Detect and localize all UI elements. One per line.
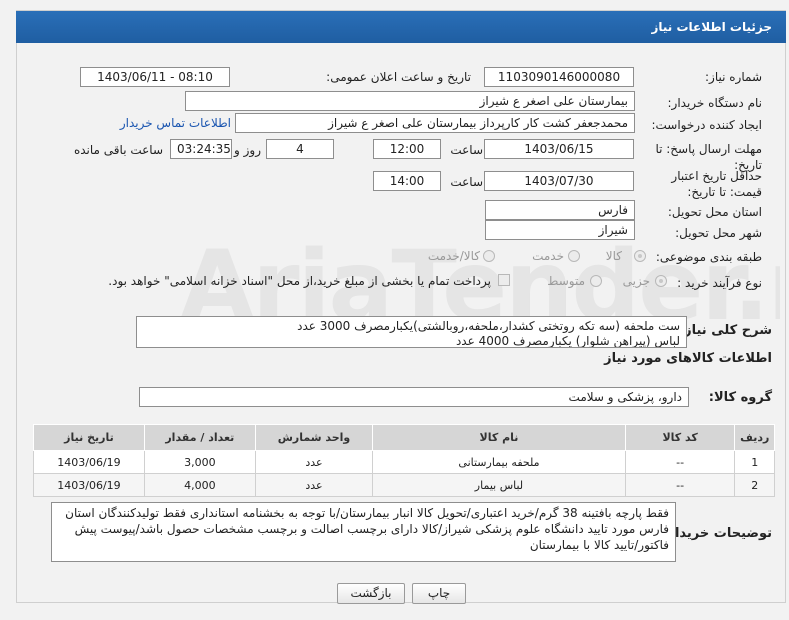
buyer-notes-label: توضیحات خریدار: [662,526,772,541]
category-service-label: خدمت [532,249,564,263]
price-validity-time-label: ساعت [450,175,483,189]
category-service-radio[interactable] [568,250,580,262]
row-number: 1 [734,450,775,474]
category-goods-radio[interactable] [634,250,646,262]
item-code: -- [624,473,736,497]
item-code: -- [624,450,736,474]
col-code-header: کد کالا [624,424,736,451]
announce-field: 1403/06/11 - 08:10 [80,67,230,87]
col-date-header: تاریخ نیاز [33,424,145,451]
deadline-time-field: 12:00 [373,139,441,159]
treasury-payment-note: پرداخت تمام یا بخشی از مبلغ خرید،از محل … [108,274,491,288]
item-qty: 4,000 [143,473,256,497]
buyer-notes-textarea[interactable]: فقط پارچه بافتینه 38 گرم/خرید اعتباری/تح… [51,502,676,562]
item-qty: 3,000 [143,450,256,474]
category-label: طبقه بندی موضوعی: [655,250,762,264]
process-medium-radio[interactable] [590,275,602,287]
treasury-payment-checkbox[interactable] [498,274,510,286]
province-label: استان محل تحویل: [667,205,762,219]
process-minor-label: جزیی [622,274,650,288]
process-medium-label: متوسط [547,274,585,288]
category-both-label: کالا/خدمت [427,249,480,263]
process-label: نوع فرآیند خرید : [677,276,762,290]
goods-group-label: گروه کالا: [708,390,772,405]
item-name: لباس بیمار [372,473,626,497]
need-number-field: 1103090146000080 [484,67,634,87]
need-number-label: شماره نیاز: [705,70,762,84]
price-validity-time-field: 14:00 [373,171,441,191]
table-row: 1 -- ملحفه بیمارستانی عدد 3,000 1403/06/… [33,450,775,474]
buyer-org-field: بیمارستان علی اصغر ع شیراز [185,91,635,111]
col-unit-header: واحد شمارش [254,424,374,451]
buyer-org-label: نام دستگاه خریدار: [667,96,763,110]
goods-table: ردیف کد کالا نام کالا واحد شمارش تعداد /… [33,424,775,497]
province-field: فارس [485,200,635,220]
col-row-header: ردیف [734,424,775,451]
contact-info-link[interactable]: اطلاعات تماس خریدار [120,116,231,130]
price-validity-date-field: 1403/07/30 [484,171,634,191]
summary-line-1: ست ملحفه (سه تکه روتختی کشدار،ملحفه،روبا… [297,319,680,333]
summary-line-2: لباس (پیراهن شلوار) یکبارمصرف 4000 عدد [455,334,680,348]
deadline-date-field: 1403/06/15 [484,139,634,159]
item-unit: عدد [254,450,374,474]
category-goods-label: کالا [605,249,622,263]
page-title: جزئیات اطلاعات نیاز [16,11,786,43]
item-name: ملحفه بیمارستانی [372,450,626,474]
back-button[interactable]: بازگشت [337,583,405,604]
creator-label: ایجاد کننده درخواست: [651,118,762,132]
row-number: 2 [734,473,775,497]
item-unit: عدد [254,473,374,497]
city-field: شیراز [485,220,635,240]
days-field: 4 [266,139,334,159]
creator-field: محمدجعفر کشت کار کارپرداز بیمارستان علی … [235,113,635,133]
remaining-time-label: ساعت باقی مانده [73,143,163,157]
table-row: 2 -- لباس بیمار عدد 4,000 1403/06/19 [33,473,775,497]
category-both-radio[interactable] [483,250,495,262]
item-date: 1403/06/19 [33,473,145,497]
days-label: روز و [234,143,261,157]
goods-group-field: دارو، پزشکی و سلامت [139,387,689,407]
goods-table-header: ردیف کد کالا نام کالا واحد شمارش تعداد /… [33,424,775,451]
summary-textarea[interactable]: ست ملحفه (سه تکه روتختی کشدار،ملحفه،روبا… [136,316,687,348]
remaining-time-field: 03:24:35 [170,139,232,159]
announce-label: تاریخ و ساعت اعلان عمومی: [326,70,471,84]
print-button[interactable]: چاپ [412,583,466,604]
goods-section-title: اطلاعات کالاهای مورد نیاز [604,351,772,366]
process-minor-radio[interactable] [655,275,667,287]
item-date: 1403/06/19 [33,450,145,474]
col-qty-header: تعداد / مقدار [143,424,256,451]
price-validity-label: حداقل تاریخ اعتبار قیمت: تا تاریخ: [671,169,762,199]
deadline-time-label: ساعت [450,143,483,157]
city-label: شهر محل تحویل: [675,226,762,240]
col-name-header: نام کالا [372,424,626,451]
summary-label: شرح کلی نیاز: [678,323,772,338]
